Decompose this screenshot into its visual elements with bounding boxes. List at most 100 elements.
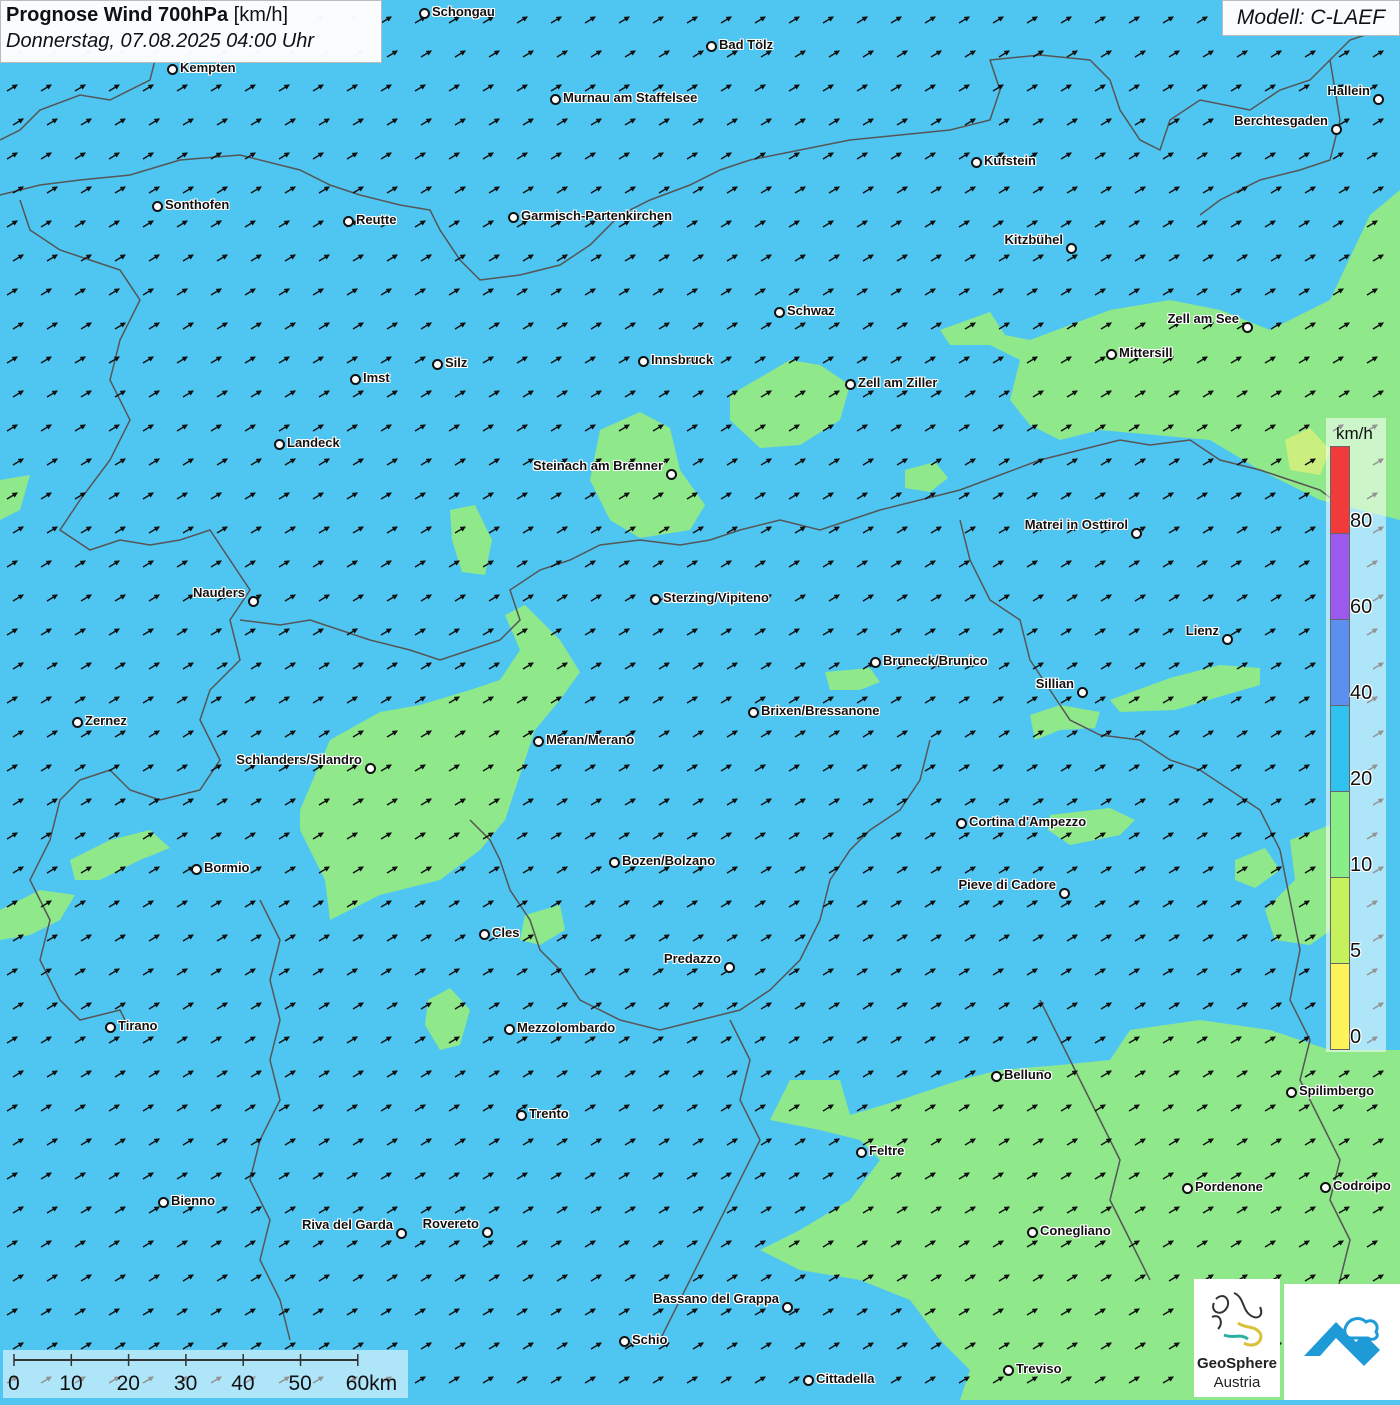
- city-marker: [479, 929, 490, 940]
- city-marker: [550, 94, 561, 105]
- city-marker: [1320, 1182, 1331, 1193]
- city-label: Kempten: [180, 60, 236, 75]
- city-label: Spilimbergo: [1299, 1083, 1375, 1098]
- city-marker: [350, 374, 361, 385]
- city-label: Cittadella: [816, 1371, 875, 1386]
- city-marker: [1003, 1365, 1014, 1376]
- city-marker: [1182, 1183, 1193, 1194]
- city-marker: [619, 1336, 630, 1347]
- legend-color-bar: [1330, 446, 1350, 1050]
- city-label: Feltre: [869, 1143, 905, 1158]
- scale-label: 0: [8, 1372, 20, 1395]
- city-label: Innsbruck: [651, 352, 714, 367]
- city-label: Pordenone: [1195, 1179, 1263, 1194]
- title-box: Prognose Wind 700hPa [km/h] Donnerstag, …: [0, 0, 382, 63]
- legend-unit: km/h: [1336, 424, 1373, 443]
- city-marker: [365, 763, 376, 774]
- weather-app-logo: [1284, 1284, 1400, 1400]
- city-label: Matrei in Osttirol: [1024, 517, 1128, 532]
- city-marker: [432, 359, 443, 370]
- city-marker: [1027, 1227, 1038, 1238]
- city-label: Tirano: [118, 1018, 158, 1033]
- scale-label: 60km: [345, 1372, 398, 1395]
- city-marker: [1106, 349, 1117, 360]
- model-label: Modell: C-LAEF: [1222, 0, 1400, 36]
- city-label: Bormio: [204, 860, 250, 875]
- city-marker: [1286, 1087, 1297, 1098]
- city-marker: [343, 216, 354, 227]
- city-marker: [158, 1197, 169, 1208]
- city-label: Cortina d'Ampezzo: [969, 814, 1087, 829]
- city-marker: [248, 596, 259, 607]
- city-marker: [870, 657, 881, 668]
- city-label: Trento: [529, 1106, 569, 1121]
- scale-label: 40: [231, 1372, 255, 1395]
- city-marker: [845, 379, 856, 390]
- city-marker: [638, 356, 649, 367]
- city-marker: [991, 1071, 1002, 1082]
- city-label: Murnau am Staffelsee: [563, 90, 698, 105]
- city-label: Kitzbühel: [1004, 232, 1064, 247]
- logo-text-line1: GeoSphere: [1196, 1355, 1278, 1372]
- city-marker: [274, 439, 285, 450]
- city-label: Sonthofen: [165, 197, 230, 212]
- city-label: Garmisch-Partenkirchen: [521, 208, 673, 223]
- legend-band: [1331, 791, 1349, 877]
- city-marker: [396, 1228, 407, 1239]
- logo-text-line2: Austria: [1213, 1374, 1261, 1391]
- city-marker: [666, 469, 677, 480]
- city-marker: [956, 818, 967, 829]
- legend-label: 0: [1350, 1026, 1362, 1048]
- map-title-unit: [km/h]: [233, 4, 289, 26]
- city-marker: [504, 1024, 515, 1035]
- city-marker: [1131, 528, 1142, 539]
- city-label: Mittersill: [1119, 345, 1173, 360]
- city-label: Lienz: [1185, 623, 1219, 638]
- city-marker: [152, 201, 163, 212]
- city-label: Landeck: [287, 435, 340, 450]
- city-marker: [482, 1227, 493, 1238]
- city-label: Bozen/Bolzano: [622, 853, 716, 868]
- legend-label: 10: [1350, 854, 1373, 876]
- city-label: Brixen/Bressanone: [761, 703, 880, 718]
- legend-label: 20: [1350, 768, 1373, 790]
- scale-label: 10: [59, 1372, 83, 1395]
- cloud-mountain-icon: [1304, 1317, 1380, 1366]
- city-label: Bad Tölz: [719, 37, 774, 52]
- legend-band: [1331, 447, 1349, 533]
- legend-label: 40: [1350, 682, 1373, 704]
- city-label: Bienno: [171, 1193, 216, 1208]
- geosphere-logo-mark: [1211, 1292, 1263, 1347]
- city-label: Bruneck/Brunico: [883, 653, 988, 668]
- city-label: Meran/Merano: [546, 732, 635, 747]
- city-label: Treviso: [1016, 1361, 1062, 1376]
- city-label: Schongau: [432, 4, 495, 19]
- city-marker: [803, 1375, 814, 1386]
- city-label: Pieve di Cadore: [958, 877, 1056, 892]
- legend-label: 60: [1350, 596, 1373, 618]
- scale-label: 50: [288, 1372, 312, 1395]
- city-marker: [1331, 124, 1342, 135]
- city-label: Schlanders/Silandro: [236, 752, 362, 767]
- city-label: Berchtesgaden: [1234, 113, 1328, 128]
- city-label: Silz: [445, 355, 468, 370]
- city-label: Nauders: [192, 585, 245, 600]
- city-label: Mezzolombardo: [517, 1020, 616, 1035]
- city-marker: [1077, 687, 1088, 698]
- legend-band: [1331, 533, 1349, 619]
- legend-label: 80: [1350, 510, 1373, 532]
- legend-band: [1331, 705, 1349, 791]
- city-label: Predazzo: [663, 951, 721, 966]
- city-label: Bassano del Grappa: [653, 1291, 779, 1306]
- city-label: Sterzing/Vipiteno: [663, 590, 769, 605]
- city-marker: [533, 736, 544, 747]
- legend-band: [1331, 877, 1349, 963]
- city-marker: [1066, 243, 1077, 254]
- city-marker: [971, 157, 982, 168]
- city-label: Belluno: [1004, 1067, 1052, 1082]
- city-label: Imst: [363, 370, 390, 385]
- city-marker: [516, 1110, 527, 1121]
- city-label: Zell am Ziller: [858, 375, 938, 390]
- city-marker: [650, 594, 661, 605]
- city-marker: [105, 1022, 116, 1033]
